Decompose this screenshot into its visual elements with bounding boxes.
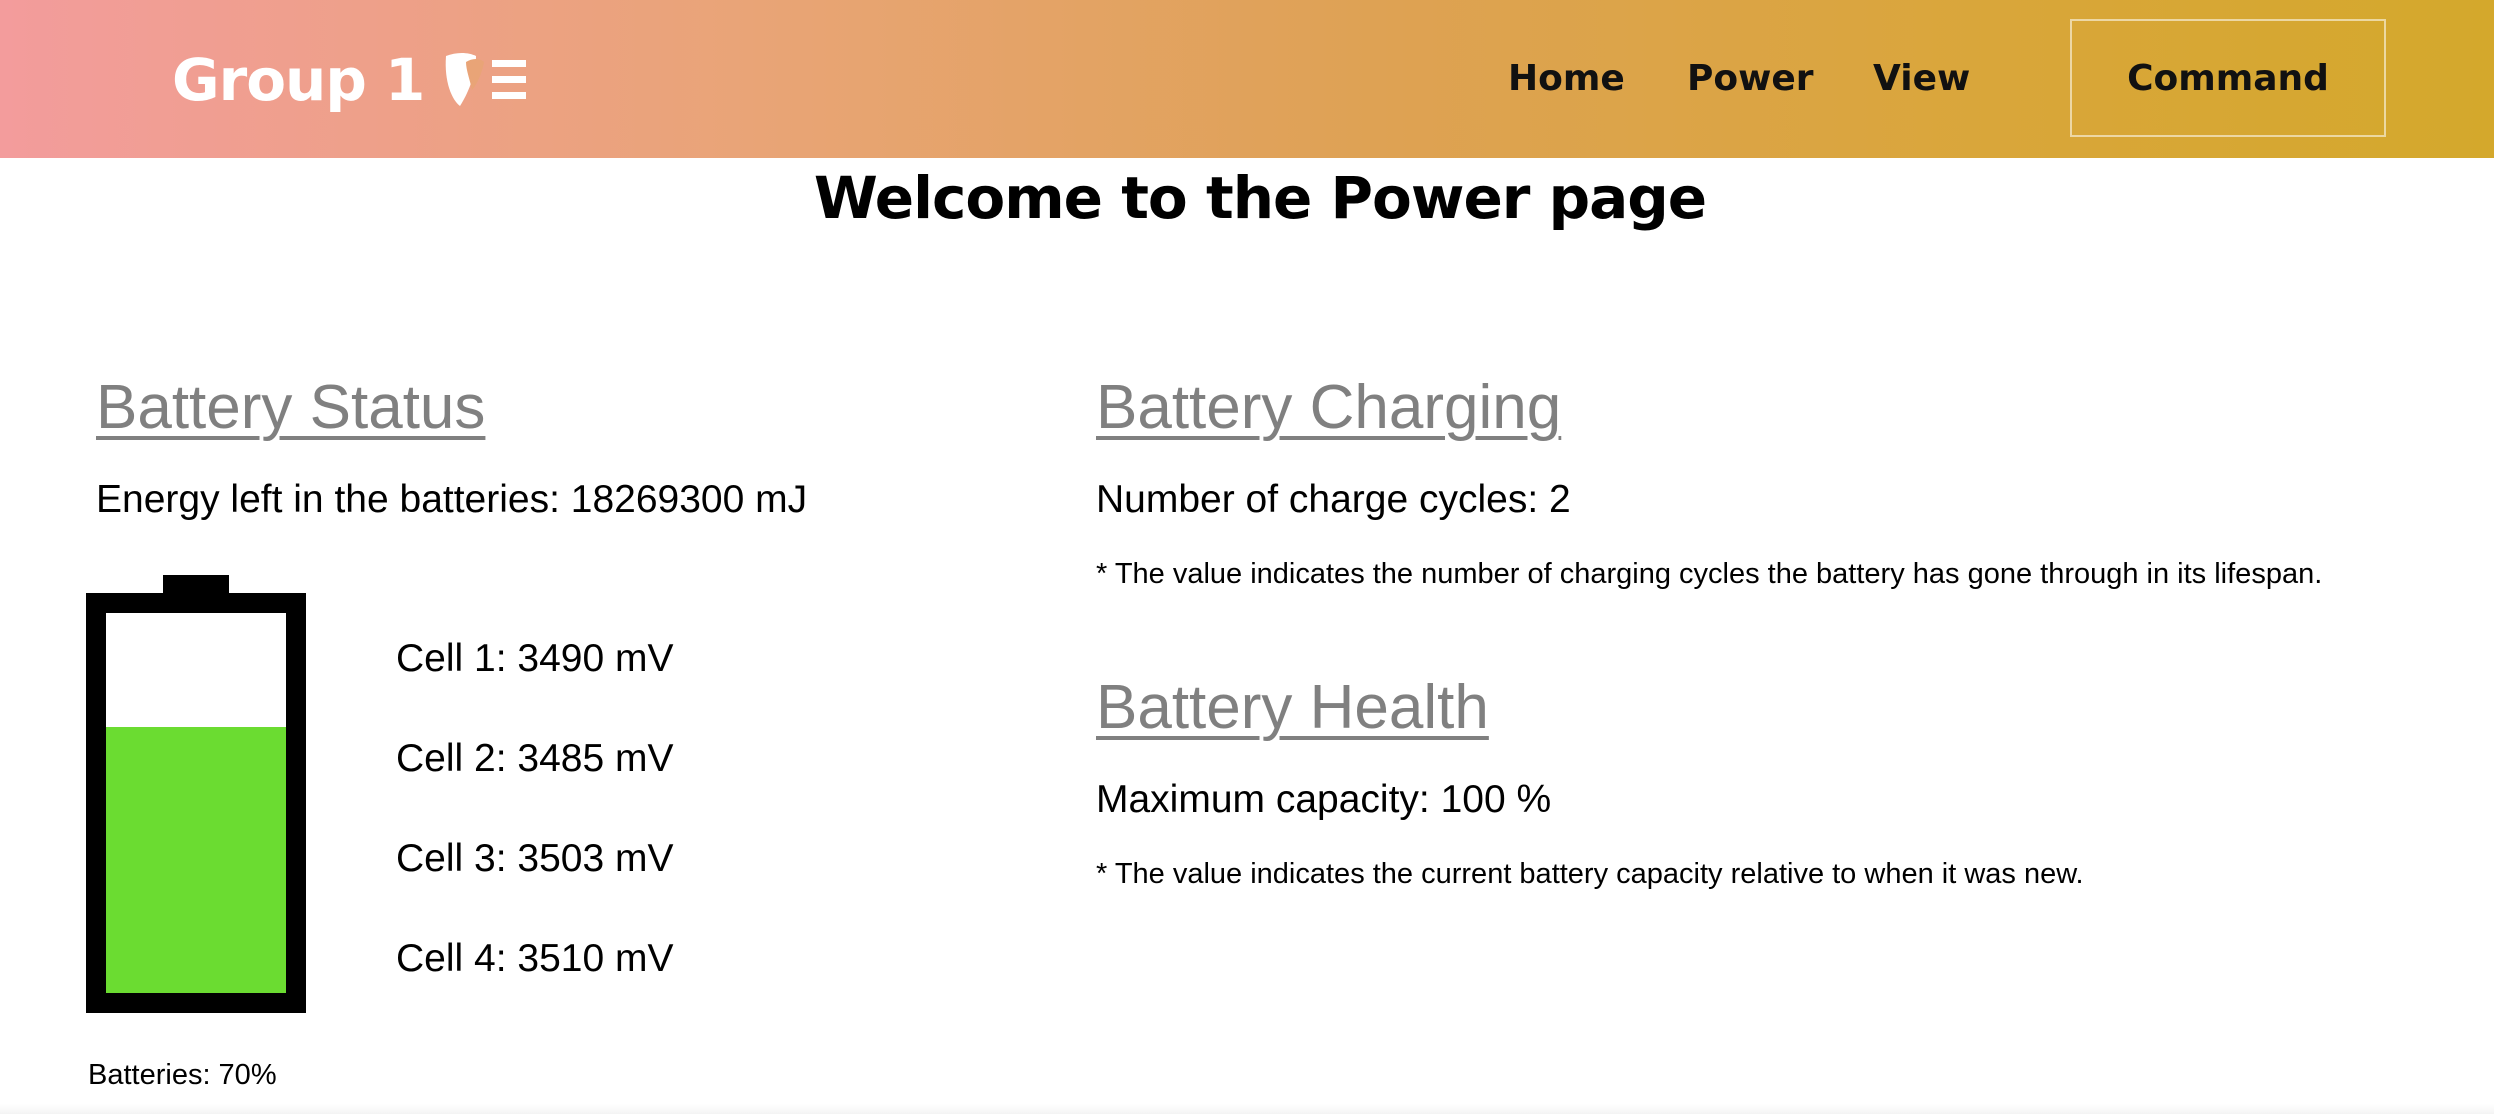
battery-charge-fill: [106, 727, 286, 993]
battery-charging-heading[interactable]: Battery Charging: [1096, 372, 1561, 443]
charge-cycles-note: * The value indicates the number of char…: [1096, 558, 2323, 590]
brand-label: Group 1: [172, 46, 425, 114]
command-button[interactable]: Command: [2070, 19, 2386, 137]
nav-home-link[interactable]: Home: [1508, 56, 1625, 102]
navbar: Group 1 Home Power View Command: [0, 0, 2494, 158]
nav-view-link[interactable]: View: [1873, 56, 1970, 102]
battery-terminal: [163, 575, 229, 595]
battery-body: [86, 593, 306, 1013]
battery-percent-label: Batteries: 70%: [88, 1059, 277, 1091]
cell-4-voltage: Cell 4: 3510 mV: [396, 937, 674, 980]
battery-gauge: [86, 575, 306, 1013]
brand-link[interactable]: Group 1: [172, 38, 530, 122]
battery-status-heading[interactable]: Battery Status: [96, 372, 485, 443]
cell-3-voltage: Cell 3: 3503 mV: [396, 837, 674, 880]
nav-power-link[interactable]: Power: [1687, 56, 1814, 102]
max-capacity-text: Maximum capacity: 100 %: [1096, 778, 1552, 821]
max-capacity-note: * The value indicates the current batter…: [1096, 858, 2084, 890]
charge-cycles-text: Number of charge cycles: 2: [1096, 478, 1571, 521]
energy-left-text: Energy left in the batteries: 18269300 m…: [96, 478, 808, 521]
battery-health-heading[interactable]: Battery Health: [1096, 672, 1489, 743]
page-bottom-edge: [0, 1104, 2494, 1114]
typo3-logo-icon: [442, 50, 530, 110]
page-title: Welcome to the Power page: [813, 164, 1707, 232]
cell-1-voltage: Cell 1: 3490 mV: [396, 637, 674, 680]
cell-2-voltage: Cell 2: 3485 mV: [396, 737, 674, 780]
